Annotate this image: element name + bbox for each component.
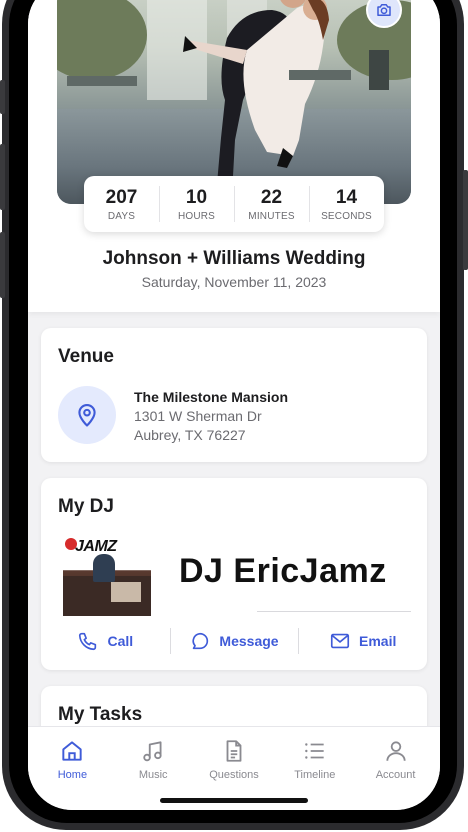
hours-label: HOURS xyxy=(177,210,216,222)
dj-heading: My DJ xyxy=(58,496,114,517)
dj-logo: JAMZ xyxy=(75,538,117,555)
email-label: Email xyxy=(359,633,397,649)
tab-account[interactable]: Account xyxy=(355,727,436,810)
dj-photo: JAMZ xyxy=(63,532,151,616)
home-icon xyxy=(62,741,83,761)
music-note-icon xyxy=(143,741,162,762)
minutes-value: 22 xyxy=(260,186,283,208)
tab-account-label: Account xyxy=(375,769,416,781)
venue-icon-circle xyxy=(58,386,116,444)
side-button xyxy=(0,80,5,114)
volume-up-button xyxy=(0,144,5,210)
venue-heading: Venue xyxy=(58,346,114,367)
days-value: 207 xyxy=(105,186,138,208)
divider xyxy=(257,611,411,612)
event-date: Saturday, November 11, 2023 xyxy=(141,274,327,290)
message-button[interactable]: Message xyxy=(169,624,299,658)
tab-questions-label: Questions xyxy=(209,769,259,781)
countdown-minutes: 22 MINUTES xyxy=(234,176,309,232)
event-title: Johnson + Williams Wedding xyxy=(102,248,366,269)
tab-music-label: Music xyxy=(138,769,168,781)
email-button[interactable]: Email xyxy=(298,624,427,658)
dj-card: My DJ JAMZ DJ EricJamz Call Message Emai… xyxy=(41,478,427,670)
tasks-heading: My Tasks xyxy=(58,704,143,725)
seconds-value: 14 xyxy=(335,186,358,208)
countdown-timer: 207 DAYS 10 HOURS 22 MINUTES 14 SECONDS xyxy=(84,176,384,232)
minutes-label: MINUTES xyxy=(248,210,295,222)
countdown-days: 207 DAYS xyxy=(84,176,159,232)
call-button[interactable]: Call xyxy=(41,624,170,658)
venue-name: The Milestone Mansion xyxy=(134,389,289,405)
event-hero: 207 DAYS 10 HOURS 22 MINUTES 14 SECONDS … xyxy=(28,0,440,312)
envelope-icon xyxy=(330,633,350,649)
venue-address-line2: Aubrey, TX 76227 xyxy=(134,427,246,443)
venue-card[interactable]: Venue The Milestone Mansion 1301 W Sherm… xyxy=(41,328,427,462)
volume-down-button xyxy=(0,232,5,298)
days-label: DAYS xyxy=(107,210,136,222)
home-indicator xyxy=(160,798,308,803)
tab-home-label: Home xyxy=(57,769,88,781)
seconds-label: SECONDS xyxy=(321,210,372,222)
hours-value: 10 xyxy=(185,186,208,208)
document-icon xyxy=(226,740,242,762)
power-button xyxy=(463,170,468,270)
camera-icon xyxy=(377,4,391,16)
tab-timeline-label: Timeline xyxy=(294,769,336,781)
location-pin-icon xyxy=(78,404,96,427)
call-label: Call xyxy=(107,633,134,649)
dj-name: DJ EricJamz xyxy=(179,552,387,590)
tab-home[interactable]: Home xyxy=(32,727,113,810)
chat-bubble-icon xyxy=(192,632,209,650)
message-label: Message xyxy=(219,633,279,649)
app-screen: 207 DAYS 10 HOURS 22 MINUTES 14 SECONDS … xyxy=(28,0,440,810)
countdown-seconds: 14 SECONDS xyxy=(309,176,384,232)
user-icon xyxy=(385,741,406,761)
couple-photo[interactable] xyxy=(57,0,411,204)
list-icon xyxy=(304,743,324,759)
dj-contact-actions: Call Message Email xyxy=(41,624,427,658)
couple-silhouette xyxy=(67,0,389,186)
venue-address-line1: 1301 W Sherman Dr xyxy=(134,408,262,424)
countdown-hours: 10 HOURS xyxy=(159,176,234,232)
phone-icon xyxy=(79,632,97,651)
